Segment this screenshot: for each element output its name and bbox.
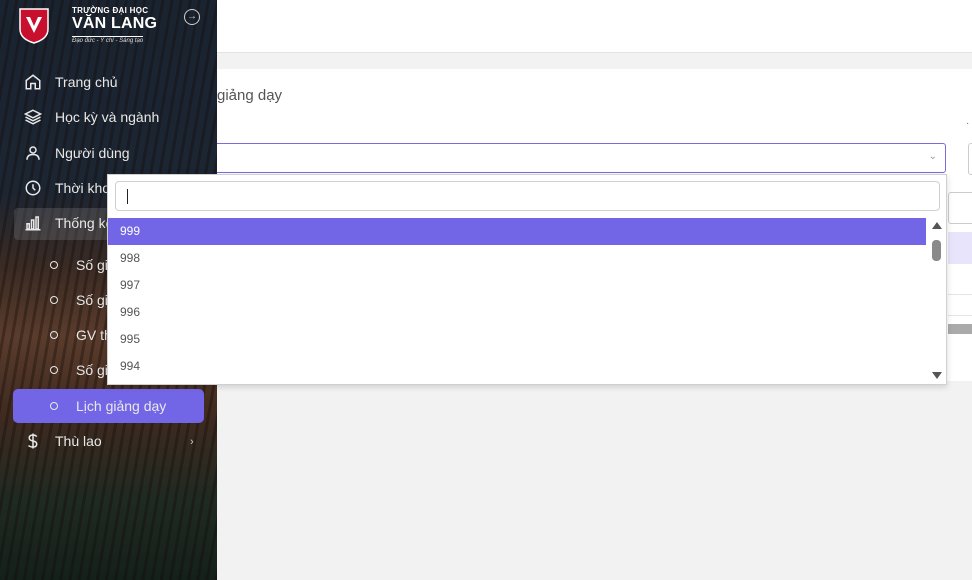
text-caret <box>127 189 128 204</box>
scroll-up-arrow-icon[interactable] <box>932 222 942 229</box>
user-icon <box>26 146 40 160</box>
sidebar-subitem-label: Lịch giảng dạy <box>76 398 167 414</box>
sidebar-item-users[interactable]: Người dùng <box>24 139 130 167</box>
chevron-down-icon: ⌄ <box>928 151 937 162</box>
dropdown-scrollbar[interactable] <box>929 218 945 383</box>
sidebar-subitem-label: Số gi <box>76 362 108 378</box>
sidebar-item-statistics[interactable]: Thống kê <box>24 209 113 237</box>
sidebar-subitem-hours-3[interactable]: Số gi <box>50 356 108 384</box>
sidebar-item-home[interactable]: Trang chủ <box>24 68 118 96</box>
dropdown-option[interactable]: 998 <box>108 245 926 272</box>
circle-icon <box>50 261 58 269</box>
dropdown-search-input[interactable] <box>115 181 940 211</box>
dropdown-option[interactable]: 994 <box>108 353 926 380</box>
circle-icon <box>50 366 58 374</box>
scrollbar-thumb[interactable] <box>932 240 941 261</box>
dropdown-options-list: 999 998 997 996 995 994 <box>108 218 926 380</box>
sidebar-item-semester[interactable]: Học kỳ và ngành <box>24 103 159 131</box>
sidebar-item-label: Trang chủ <box>55 74 118 90</box>
sidebar-subitem-teaching-schedule[interactable]: Lịch giảng dạy <box>50 392 166 420</box>
sidebar-item-label: Thù lao <box>55 433 102 449</box>
circle-icon <box>50 331 58 339</box>
sidebar-item-label: Thống kê <box>55 215 114 231</box>
clock-icon <box>25 180 41 196</box>
home-icon <box>25 74 41 90</box>
logo-school-name: VĂN LANG <box>72 15 158 32</box>
dropdown-option[interactable]: 996 <box>108 299 926 326</box>
top-bar <box>217 0 972 53</box>
edge-row-fragment <box>948 294 972 316</box>
logo-shield-icon <box>19 8 49 44</box>
edge-marker: · <box>966 118 970 129</box>
dropdown-option[interactable]: 999 <box>108 218 926 245</box>
logo-school-small: TRƯỜNG ĐẠI HỌC <box>72 6 149 15</box>
year-dropdown: 999 998 997 996 995 994 <box>107 174 947 385</box>
sidebar-subitem-lecturers[interactable]: GV th <box>50 321 112 349</box>
layers-icon <box>24 109 42 125</box>
circle-icon <box>50 296 58 304</box>
collapse-sidebar-button[interactable]: → <box>184 9 200 25</box>
edge-scrollbar-fragment[interactable] <box>948 324 972 334</box>
dollar-icon <box>27 433 38 449</box>
dropdown-option[interactable]: 997 <box>108 272 926 299</box>
year-select[interactable]: ⌄ <box>213 143 946 173</box>
page-title: giảng dạy <box>217 87 283 104</box>
sidebar-item-label: Học kỳ và ngành <box>55 109 160 125</box>
chevron-right-icon: › <box>190 436 194 448</box>
scroll-down-arrow-icon[interactable] <box>932 372 942 379</box>
circle-icon <box>50 402 58 410</box>
edge-input-fragment[interactable] <box>948 192 972 224</box>
bar-chart-icon <box>25 216 41 231</box>
edge-select-fragment[interactable] <box>968 143 972 175</box>
edge-header-fragment <box>948 232 972 264</box>
dropdown-option[interactable]: 995 <box>108 326 926 353</box>
sidebar-item-remuneration[interactable]: Thù lao <box>24 427 102 455</box>
logo-tagline: Đạo đức - Ý chí - Sáng tạo <box>72 36 144 44</box>
sidebar-item-label: Người dùng <box>55 145 130 161</box>
